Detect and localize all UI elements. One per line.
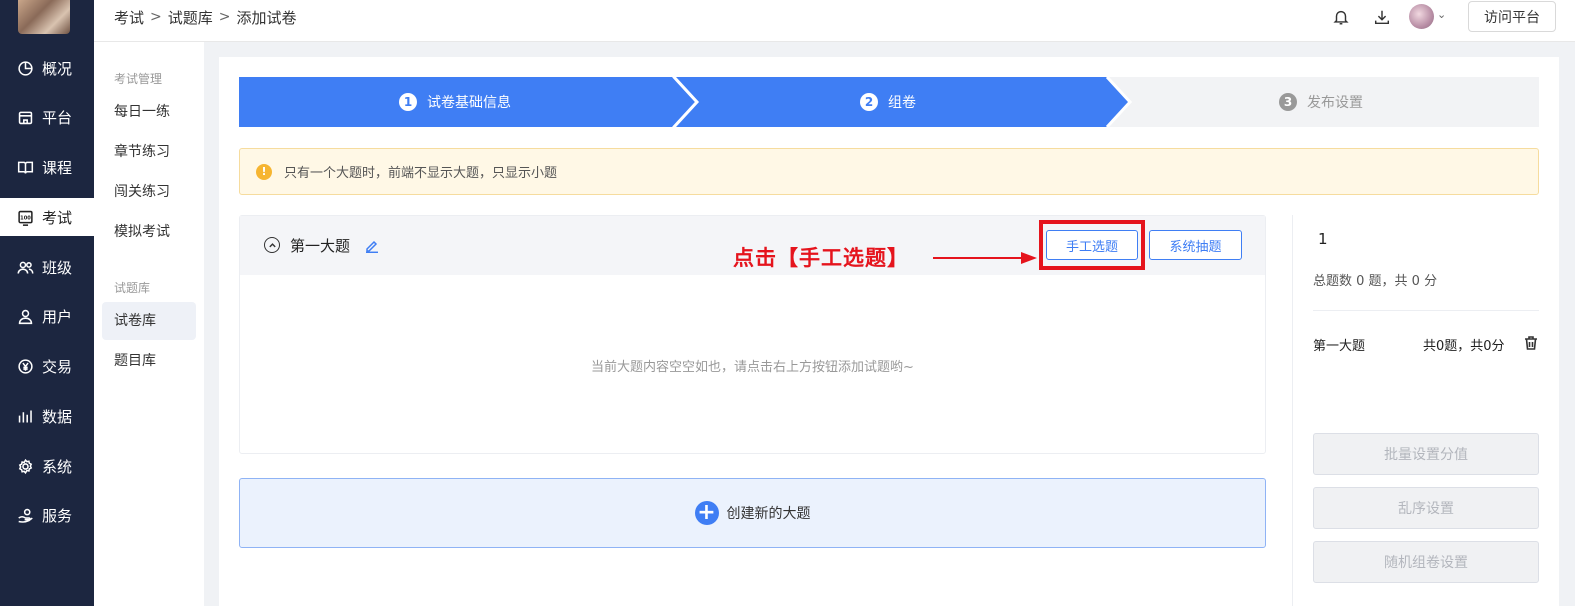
submenu-item-paper-library[interactable]: 试卷库 <box>102 302 196 340</box>
main-nav: 概况 平台 课程 100 考试 班级 用户 交易 数据 系统 服务 <box>0 0 94 606</box>
empty-state-text: 当前大题内容空空如也，请点击右上方按钮添加试题哟~ <box>591 360 914 375</box>
plus-circle-icon: + <box>694 501 719 525</box>
gear-icon <box>16 457 34 475</box>
visit-platform-button[interactable]: 访问平台 <box>1468 1 1556 32</box>
section-header: 第一大题 点击【手工选题】 手工选题 系统抽题 <box>240 216 1265 275</box>
breadcrumb-item[interactable]: 试题库 <box>168 7 213 28</box>
summary-section-score: 共0题，共0分 <box>1423 339 1505 354</box>
group-icon <box>16 258 34 276</box>
top-header: 考试 > 试题库 > 添加试卷 ⌄ 访问平台 <box>94 0 1575 42</box>
shuffle-settings-button[interactable]: 乱序设置 <box>1313 487 1539 529</box>
main-content: 1 试卷基础信息 2 组卷 3 发布设置 ! 只有一个大题时，前端不显示大题，只… <box>219 57 1559 606</box>
user-icon <box>16 307 34 325</box>
submenu-item-challenge[interactable]: 闯关练习 <box>102 173 196 211</box>
nav-item-course[interactable]: 课程 <box>0 148 94 186</box>
divider <box>1313 310 1539 311</box>
pie-chart-icon <box>16 59 34 77</box>
step-2[interactable]: 2 组卷 <box>860 77 916 127</box>
submenu-item-chapter[interactable]: 章节练习 <box>102 133 196 171</box>
alert-text: 只有一个大题时，前端不显示大题，只显示小题 <box>284 166 558 181</box>
chevron-right-icon: > <box>150 9 162 25</box>
nav-item-system[interactable]: 系统 <box>0 447 94 485</box>
breadcrumb-item[interactable]: 考试 <box>114 7 144 28</box>
edit-pencil-icon[interactable] <box>365 238 379 254</box>
breadcrumb-item: 添加试卷 <box>236 8 297 27</box>
nav-label: 概况 <box>42 59 73 78</box>
nav-label: 交易 <box>42 357 73 376</box>
batch-score-button[interactable]: 批量设置分值 <box>1313 433 1539 475</box>
nav-label: 用户 <box>42 307 73 326</box>
book-icon <box>16 158 34 176</box>
nav-label: 班级 <box>42 258 73 277</box>
question-section-panel: 第一大题 点击【手工选题】 手工选题 系统抽题 当前大题内容空空如也，请点击右上… <box>239 215 1266 454</box>
step-3[interactable]: 3 发布设置 <box>1279 77 1363 127</box>
step-1[interactable]: 1 试卷基础信息 <box>399 77 511 127</box>
svg-text:100: 100 <box>20 215 31 221</box>
avatar[interactable] <box>1409 4 1434 29</box>
annotation-text: 点击【手工选题】 <box>733 245 909 270</box>
summary-section-name: 第一大题 <box>1313 339 1366 354</box>
step-label: 发布设置 <box>1307 95 1363 111</box>
collapse-icon[interactable] <box>264 237 280 253</box>
step-label: 组卷 <box>888 95 916 111</box>
nav-label: 服务 <box>42 506 73 525</box>
create-section-button[interactable]: + 创建新的大题 <box>239 478 1266 548</box>
nav-label: 数据 <box>42 407 73 426</box>
page-scrollbar[interactable] <box>1562 42 1575 606</box>
nav-item-data[interactable]: 数据 <box>0 397 94 435</box>
submenu-item-mock-exam[interactable]: 模拟考试 <box>102 213 196 251</box>
section-title: 第一大题 <box>290 237 351 255</box>
random-paper-settings-button[interactable]: 随机组卷设置 <box>1313 541 1539 583</box>
step-number: 2 <box>860 93 878 111</box>
hand-service-icon <box>16 506 34 524</box>
nav-label: 考试 <box>42 208 73 227</box>
chevron-right-icon: > <box>218 9 231 25</box>
info-alert: ! 只有一个大题时，前端不显示大题，只显示小题 <box>239 148 1539 195</box>
nav-item-class[interactable]: 班级 <box>0 248 94 286</box>
chevron-down-icon[interactable]: ⌄ <box>1437 8 1446 21</box>
create-section-label: 创建新的大题 <box>726 506 811 522</box>
summary-panel: 1 总题数 0 题，共 0 分 第一大题 共0题，共0分 批量设置分值 乱序设置… <box>1292 215 1559 606</box>
nav-item-trade[interactable]: 交易 <box>0 347 94 385</box>
bell-icon[interactable] <box>1330 6 1352 28</box>
submenu-item-question-library[interactable]: 题目库 <box>102 342 196 380</box>
system-draw-button[interactable]: 系统抽题 <box>1149 230 1242 260</box>
submenu-item-daily[interactable]: 每日一练 <box>102 93 196 131</box>
nav-item-user[interactable]: 用户 <box>0 297 94 335</box>
step-number: 3 <box>1279 93 1297 111</box>
download-icon[interactable] <box>1371 6 1393 28</box>
nav-item-platform[interactable]: 平台 <box>0 98 94 136</box>
step-progress: 1 试卷基础信息 2 组卷 3 发布设置 <box>239 77 1539 127</box>
app-logo[interactable] <box>18 0 70 34</box>
menu-group-title: 考试管理 <box>114 72 163 86</box>
step-number: 1 <box>399 93 417 111</box>
nav-label: 系统 <box>42 457 73 476</box>
step-label: 试卷基础信息 <box>427 95 511 111</box>
total-summary: 总题数 0 题，共 0 分 <box>1313 274 1438 289</box>
warning-icon: ! <box>256 163 272 180</box>
nav-label: 平台 <box>42 108 73 127</box>
nav-label: 课程 <box>42 158 73 177</box>
nav-item-service[interactable]: 服务 <box>0 496 94 534</box>
secondary-menu: 考试管理 每日一练 章节练习 闯关练习 模拟考试 试题库 试卷库 题目库 <box>94 42 204 606</box>
yen-circle-icon <box>16 357 34 375</box>
annotation-arrow <box>933 252 1037 264</box>
section-count: 1 <box>1318 230 1328 248</box>
nav-item-exam[interactable]: 100 考试 <box>0 198 94 236</box>
breadcrumb: 考试 > 试题库 > 添加试卷 <box>114 0 297 34</box>
annotation-highlight-box <box>1039 220 1145 270</box>
store-icon <box>16 108 34 126</box>
trash-icon[interactable] <box>1523 335 1539 351</box>
nav-item-overview[interactable]: 概况 <box>0 49 94 87</box>
exam-100-icon: 100 <box>16 208 34 226</box>
menu-group-title: 试题库 <box>114 281 151 295</box>
bar-chart-icon <box>16 407 34 425</box>
